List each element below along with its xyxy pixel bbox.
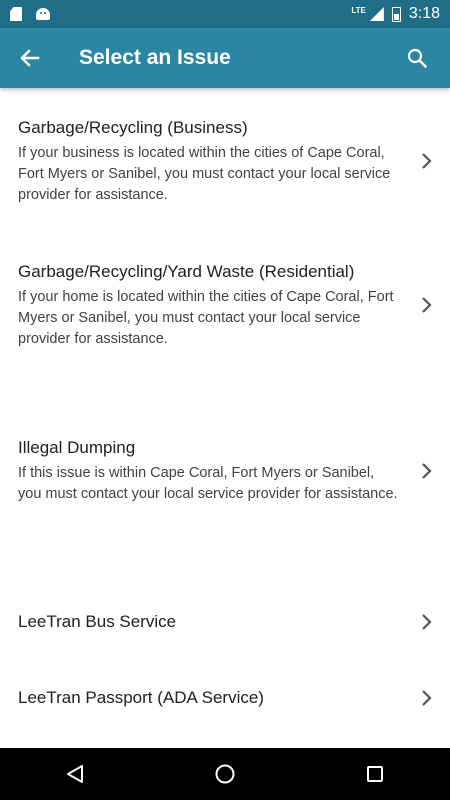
battery-icon (391, 6, 401, 22)
sd-card-icon (10, 7, 22, 21)
issue-title: LeeTran Passport (ADA Service) (18, 688, 264, 707)
issue-list: Garbage/Recycling (Business) If your bus… (0, 88, 450, 748)
search-button[interactable] (392, 28, 442, 88)
page-title: Select an Issue (79, 46, 231, 69)
nav-recents-button[interactable] (345, 748, 405, 800)
issue-title: Illegal Dumping (18, 438, 136, 457)
list-item-leetran-passport[interactable]: LeeTran Passport (ADA Service) (0, 674, 450, 722)
network-type: LTE (351, 5, 366, 15)
issue-title: Garbage/Recycling/Yard Waste (Residentia… (18, 261, 355, 281)
app-bar: Select an Issue (0, 28, 450, 88)
issue-title: LeeTran Bus Service (18, 612, 177, 631)
status-bar: LTE 3:18 (0, 0, 450, 28)
recents-nav-icon (367, 766, 383, 782)
back-nav-icon (67, 765, 83, 783)
chevron-right-icon (418, 152, 436, 170)
arrow-left-icon (20, 49, 40, 67)
list-item-illegal-dumping[interactable]: Illegal Dumping If this issue is within … (0, 416, 450, 526)
status-clock: 3:18 (408, 5, 440, 22)
issue-title: Garbage/Recycling (Business) (18, 117, 248, 137)
nav-home-button[interactable] (195, 748, 255, 800)
list-item-garbage-residential[interactable]: Garbage/Recycling/Yard Waste (Residentia… (0, 250, 450, 360)
nav-back-button[interactable] (45, 748, 105, 800)
issue-description: If this issue is within Cape Coral, Fort… (18, 465, 398, 502)
search-icon (407, 48, 427, 68)
home-nav-icon (215, 764, 235, 784)
back-button[interactable] (0, 28, 60, 88)
list-item-garbage-business[interactable]: Garbage/Recycling (Business) If your bus… (0, 106, 450, 216)
issue-description: If your home is located within the citie… (18, 288, 394, 347)
list-item-leetran-bus[interactable]: LeeTran Bus Service (0, 598, 450, 646)
chevron-right-icon (418, 462, 436, 480)
signal-icon (369, 7, 384, 21)
chevron-right-icon (418, 613, 436, 631)
issue-description: If your business is located within the c… (18, 144, 391, 203)
chevron-right-icon (418, 296, 436, 314)
system-nav-bar (0, 748, 450, 800)
chevron-right-icon (418, 689, 436, 707)
android-icon (36, 8, 50, 20)
